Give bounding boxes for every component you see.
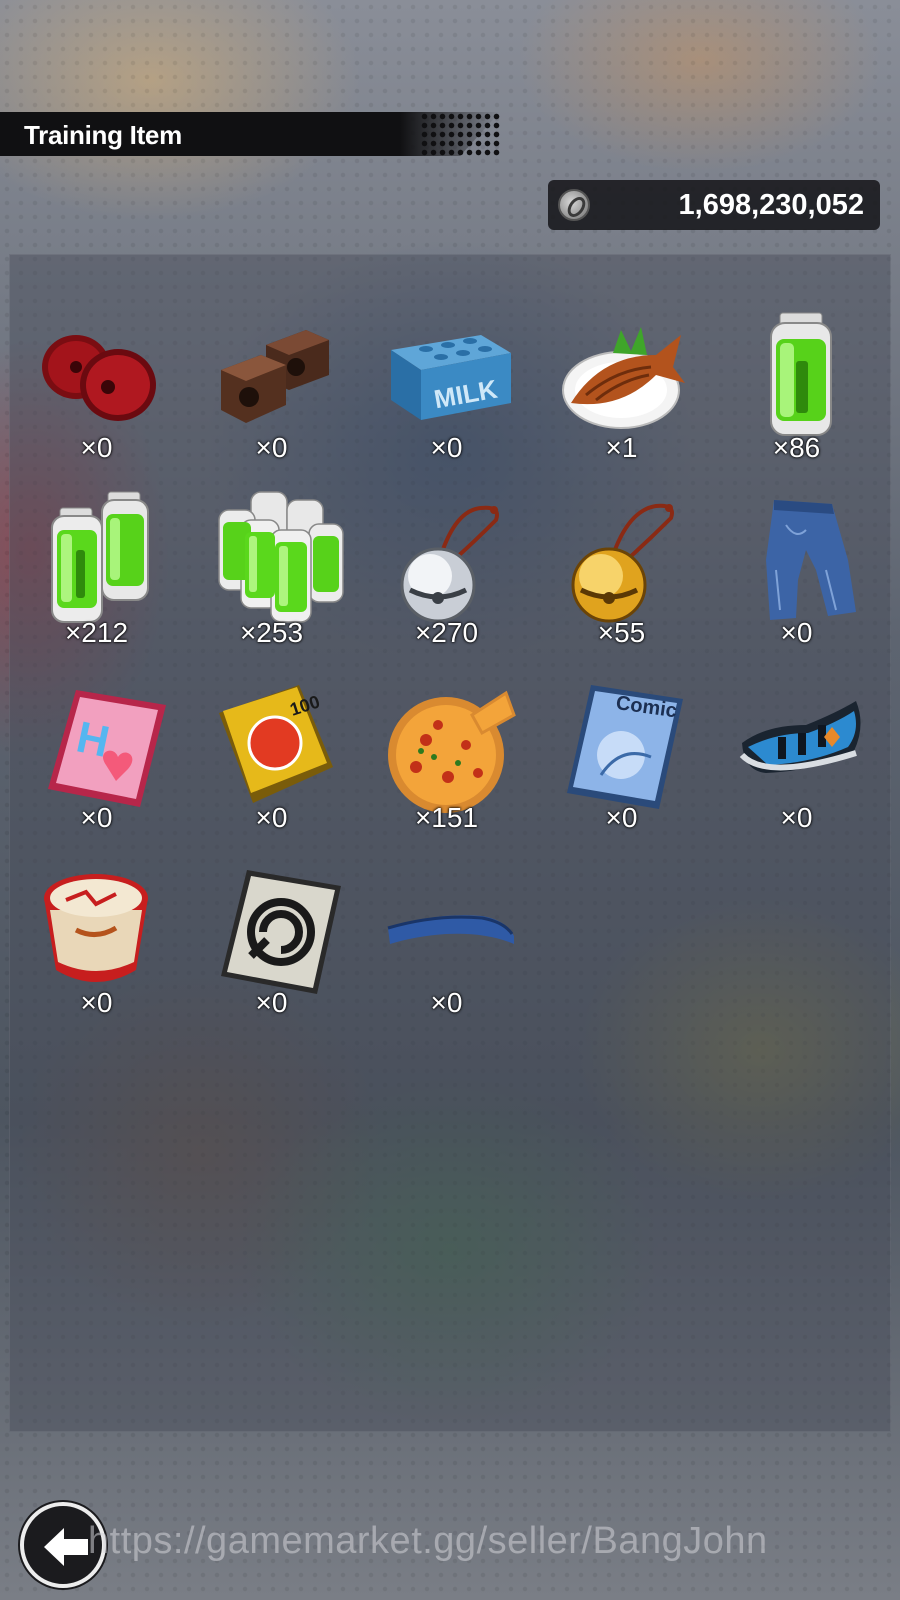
item-comic-book[interactable]: Comic ×0 <box>534 670 709 855</box>
item-count: ×0 <box>780 617 813 648</box>
grilled-fish-icon <box>561 315 691 435</box>
item-count: ×0 <box>430 432 463 463</box>
battery-pack-icon <box>211 491 344 623</box>
symbol-card-icon <box>211 870 341 994</box>
ramen-cup-icon <box>36 870 166 990</box>
item-jeans[interactable]: ×0 <box>709 485 884 670</box>
item-count: ×1 <box>605 432 638 463</box>
title-banner-halftone <box>420 112 500 156</box>
watermark-text: https://gamemarket.gg/seller/BangJohn <box>88 1520 768 1562</box>
item-count: ×55 <box>597 617 646 648</box>
red-weights-icon <box>36 315 166 435</box>
sneaker-icon <box>736 685 866 805</box>
item-gold-bell[interactable]: ×55 <box>534 485 709 670</box>
joke-book-icon: 100 <box>211 685 341 805</box>
item-count: ×0 <box>605 802 638 833</box>
item-energy-battery-pack[interactable]: ×253 <box>184 485 359 670</box>
item-joke-book[interactable]: 100 ×0 <box>184 670 359 855</box>
item-count: ×270 <box>414 617 479 648</box>
item-count: ×0 <box>80 802 113 833</box>
item-count: ×0 <box>255 987 288 1018</box>
item-grid: ×0 ×0 MILK ×0 ×1 ×86 ×212 ×253 ×270 ×55 … <box>9 300 891 1040</box>
currency-value: 1,698,230,052 <box>678 189 864 221</box>
item-symbol-card[interactable]: ×0 <box>184 855 359 1040</box>
item-count: ×86 <box>772 432 821 463</box>
item-sneaker[interactable]: ×0 <box>709 670 884 855</box>
item-count: ×0 <box>80 987 113 1018</box>
magazine-icon: H <box>36 685 166 807</box>
item-energy-battery-double[interactable]: ×212 <box>9 485 184 670</box>
item-blue-cloth[interactable]: ×0 <box>359 855 534 1040</box>
pizza-icon <box>386 685 516 813</box>
silver-bell-icon <box>386 500 516 623</box>
item-count: ×0 <box>80 432 113 463</box>
item-brick-weights[interactable]: ×0 <box>184 300 359 485</box>
jeans-icon <box>736 500 866 620</box>
page-title: Training Item <box>24 120 182 150</box>
item-grilled-fish[interactable]: ×1 <box>534 300 709 485</box>
item-magazine-h[interactable]: H ×0 <box>9 670 184 855</box>
gold-bell-icon <box>561 500 691 623</box>
item-count: ×0 <box>255 432 288 463</box>
back-arrow-icon <box>44 1528 88 1566</box>
item-count: ×212 <box>64 617 129 648</box>
item-red-weights[interactable]: ×0 <box>9 300 184 485</box>
battery-icon <box>736 312 866 436</box>
comic-book-icon: Comic <box>561 685 691 809</box>
item-pizza[interactable]: ×151 <box>359 670 534 855</box>
item-energy-battery-single[interactable]: ×86 <box>709 300 884 485</box>
item-count: ×151 <box>414 802 479 833</box>
zeni-coin-icon <box>558 189 590 221</box>
battery-double-icon <box>36 491 166 623</box>
currency-display: 1,698,230,052 <box>548 180 880 230</box>
item-count: ×0 <box>255 802 288 833</box>
item-milk-carton[interactable]: MILK ×0 <box>359 300 534 485</box>
item-silver-bell[interactable]: ×270 <box>359 485 534 670</box>
item-ramen-cup[interactable]: ×0 <box>9 855 184 1040</box>
blue-cloth-icon <box>386 870 516 990</box>
item-count: ×0 <box>430 987 463 1018</box>
brick-weights-icon <box>211 315 341 435</box>
item-count: ×0 <box>780 802 813 833</box>
milk-carton-icon: MILK <box>386 315 516 435</box>
item-count: ×253 <box>239 617 304 648</box>
